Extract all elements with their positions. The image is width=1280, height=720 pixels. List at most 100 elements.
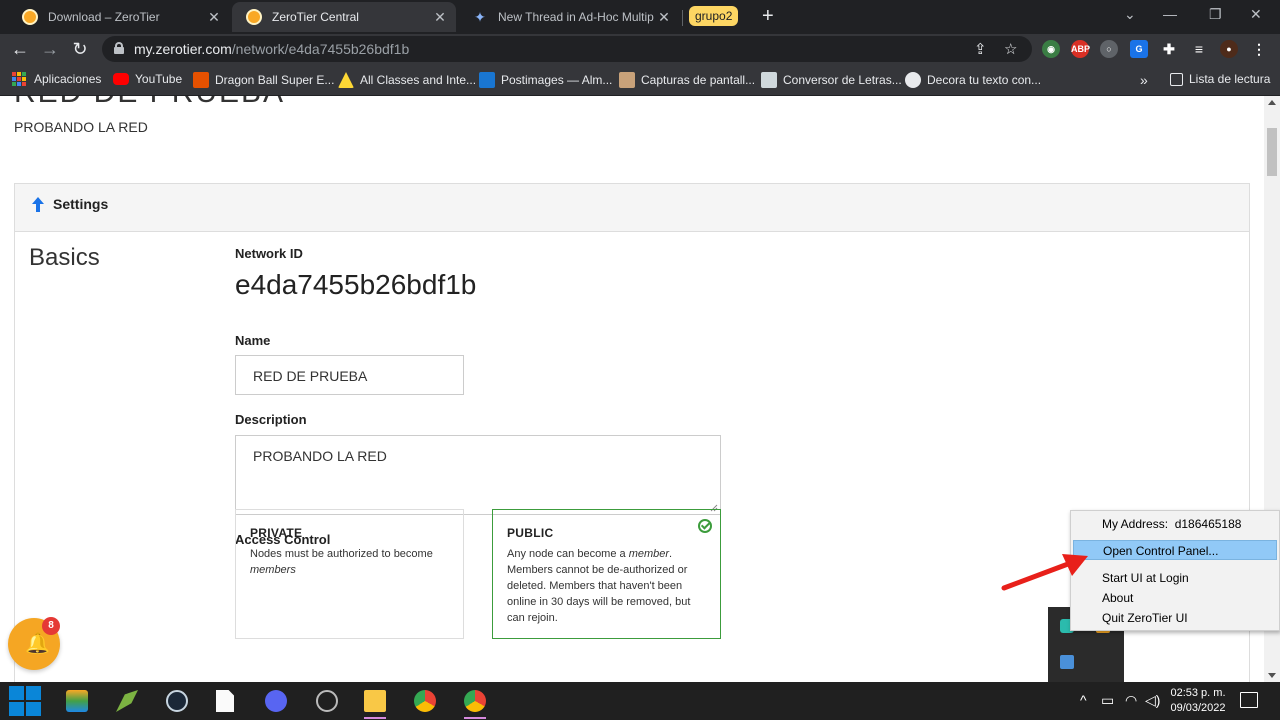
- bookmark-decora[interactable]: Decora tu texto con...: [905, 72, 1041, 88]
- access-private-card[interactable]: PRIVATE Nodes must be authorized to beco…: [235, 509, 464, 639]
- new-tab-icon[interactable]: +: [762, 5, 774, 27]
- active-app-indicator: [364, 717, 386, 719]
- close-icon[interactable]: ✕: [654, 9, 674, 26]
- puzzle-icon[interactable]: ✚: [1160, 40, 1178, 58]
- windows-taskbar: ^ ▭ ◠ ◁) 02:53 p. m. 09/03/2022: [0, 682, 1280, 720]
- tab-download-zerotier[interactable]: Download – ZeroTier ✕: [8, 2, 230, 32]
- settings-title: Settings: [53, 196, 109, 212]
- apps-grid-icon: [12, 72, 26, 86]
- bookmark-postimages[interactable]: Postimages — Alm...: [479, 72, 612, 88]
- arrow-up-icon: [32, 197, 44, 212]
- bookmark-conversor[interactable]: Conversor de Letras...: [761, 72, 902, 88]
- notification-bell-button[interactable]: 🔔 8: [8, 617, 60, 670]
- my-address-item[interactable]: My Address: d186465188: [1071, 514, 1279, 534]
- lock-icon[interactable]: [114, 42, 124, 54]
- name-label: Name: [235, 333, 271, 348]
- tray-chevron-up-icon[interactable]: ^: [1080, 692, 1087, 708]
- public-card-description: Any node can become a member. Members ca…: [507, 548, 691, 624]
- red-arrow-annotation: [1001, 554, 1088, 591]
- tab-bar: Download – ZeroTier ✕ ZeroTier Central ✕…: [0, 0, 1280, 34]
- layers-app-icon[interactable]: [66, 690, 88, 712]
- wifi-icon[interactable]: ◠: [1125, 692, 1137, 709]
- google-translate-icon[interactable]: G: [1130, 40, 1148, 58]
- action-center-icon[interactable]: [1240, 692, 1258, 708]
- forward-icon[interactable]: →: [38, 37, 62, 61]
- restore-icon[interactable]: ❐: [1209, 6, 1222, 23]
- reading-queue-icon[interactable]: ≡: [1190, 40, 1208, 58]
- unity-icon[interactable]: [316, 690, 338, 712]
- bookmark-dragonball[interactable]: Dragon Ball Super E...: [193, 72, 334, 88]
- scroll-thumb[interactable]: [1267, 128, 1277, 176]
- public-card-title: PUBLIC: [507, 526, 554, 540]
- menu-start-ui-at-login[interactable]: Start UI at Login: [1071, 568, 1279, 588]
- postimages-icon: [479, 72, 495, 88]
- back-icon[interactable]: ←: [8, 37, 32, 61]
- reload-icon[interactable]: ↻: [68, 37, 92, 61]
- dragonball-icon: [193, 72, 209, 88]
- adblock-plus-icon[interactable]: ABP: [1071, 40, 1090, 58]
- close-window-icon[interactable]: ✕: [1250, 6, 1262, 23]
- url-text: my.zerotier.com/network/e4da7455b26bdf1b: [134, 41, 410, 57]
- volume-icon[interactable]: ◁): [1145, 692, 1160, 709]
- youtube-icon: [113, 73, 129, 85]
- file-icon[interactable]: [216, 690, 234, 712]
- tray-app-icon-2[interactable]: [1060, 655, 1074, 669]
- network-id-label: Network ID: [235, 246, 303, 261]
- clock-date: 09/03/2022: [1170, 702, 1226, 714]
- menu-open-control-panel[interactable]: Open Control Panel...: [1073, 540, 1277, 560]
- menu-quit-zerotier-ui[interactable]: Quit ZeroTier UI: [1071, 608, 1279, 628]
- tab-title: New Thread in Ad-Hoc Multiplay: [498, 10, 654, 24]
- close-icon[interactable]: ✕: [430, 9, 450, 26]
- allclasses-icon: [338, 72, 354, 88]
- reading-list-icon: [1170, 72, 1183, 86]
- menu-about[interactable]: About: [1071, 588, 1279, 608]
- tab-title: ZeroTier Central: [272, 10, 359, 24]
- start-button[interactable]: [9, 686, 41, 716]
- tab-zerotier-central[interactable]: ZeroTier Central ✕: [232, 2, 456, 32]
- tab-title: Download – ZeroTier: [48, 10, 160, 24]
- page-description: PROBANDO LA RED: [14, 119, 148, 135]
- clock-time: 02:53 p. m.: [1170, 687, 1226, 699]
- zerotier-favicon-icon: [22, 9, 38, 25]
- chrome-profile-icon[interactable]: [464, 690, 486, 712]
- bookmarks-overflow-icon[interactable]: »: [1140, 72, 1148, 88]
- adhoc-favicon-icon: ✦: [474, 9, 486, 25]
- name-input[interactable]: RED DE PRUEBA: [235, 355, 464, 395]
- battery-icon[interactable]: ▭: [1101, 692, 1114, 709]
- zerotier-favicon-icon: [246, 9, 262, 25]
- star-icon[interactable]: ☆: [1004, 40, 1017, 58]
- description-label: Description: [235, 412, 307, 427]
- description-textarea[interactable]: PROBANDO LA RED: [235, 435, 721, 515]
- address-bar[interactable]: my.zerotier.com/network/e4da7455b26bdf1b…: [102, 36, 1032, 62]
- tab-adhoc-thread[interactable]: ✦ New Thread in Ad-Hoc Multiplay ✕: [458, 2, 680, 32]
- bookmarks-bar: Aplicaciones YouTube Dragon Ball Super E…: [0, 64, 1280, 96]
- menu-dots-icon[interactable]: ⋮: [1250, 40, 1268, 58]
- active-app-indicator: [464, 717, 486, 719]
- capturas-icon: [619, 72, 635, 88]
- bookmark-youtube[interactable]: YouTube: [113, 72, 182, 86]
- settings-header[interactable]: Settings: [15, 184, 1249, 232]
- steam-icon[interactable]: [166, 690, 188, 712]
- extension-circle-icon[interactable]: ○: [1100, 40, 1118, 58]
- bookmark-capturas[interactable]: Capturas de pantall...: [619, 72, 755, 88]
- private-card-description: Nodes must be authorized to become membe…: [250, 548, 433, 576]
- scroll-down-icon[interactable]: [1268, 673, 1276, 678]
- discord-icon[interactable]: [265, 690, 287, 712]
- tab-search-icon[interactable]: ⌄: [1124, 6, 1136, 23]
- close-icon[interactable]: ✕: [204, 9, 224, 26]
- reading-list-button[interactable]: Lista de lectura: [1170, 72, 1270, 86]
- avatar[interactable]: ●: [1220, 40, 1238, 58]
- bookmark-allclasses[interactable]: All Classes and Inte...: [338, 72, 476, 88]
- taskbar-clock[interactable]: 02:53 p. m. 09/03/2022: [1168, 686, 1228, 716]
- app-green-icon[interactable]: [116, 690, 138, 712]
- share-icon[interactable]: ⇪: [974, 40, 987, 58]
- network-id-value: e4da7455b26bdf1b: [235, 269, 477, 300]
- minimize-icon[interactable]: —: [1163, 6, 1177, 22]
- bookmark-apps[interactable]: Aplicaciones: [12, 72, 101, 86]
- chrome-icon[interactable]: [414, 690, 436, 712]
- tab-group-chip[interactable]: grupo2: [689, 6, 739, 26]
- extension-globe-icon[interactable]: ◉: [1042, 40, 1060, 58]
- file-explorer-icon[interactable]: [364, 690, 386, 712]
- access-public-card[interactable]: PUBLIC Any node can become a member. Mem…: [492, 509, 721, 639]
- scroll-up-icon[interactable]: [1268, 100, 1276, 105]
